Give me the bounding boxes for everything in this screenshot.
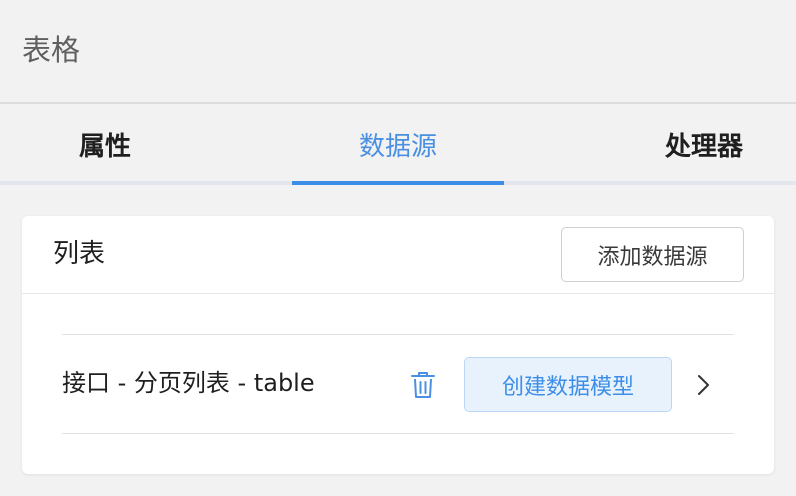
active-tab-indicator	[292, 181, 504, 185]
panel-header: 表格	[0, 0, 796, 104]
add-data-source-button[interactable]: 添加数据源	[561, 227, 744, 282]
panel-title: 表格	[22, 33, 81, 67]
card-title: 列表	[53, 239, 106, 269]
tab-processor[interactable]: 处理器	[604, 104, 796, 185]
tab-bar: 属性 数据源 处理器	[0, 104, 796, 185]
trash-icon[interactable]	[410, 370, 436, 400]
tab-properties[interactable]: 属性	[0, 104, 210, 185]
list-item: 接口 - 分页列表 - table 创建数据模型	[62, 334, 734, 434]
tab-data-source[interactable]: 数据源	[292, 104, 504, 185]
data-source-card: 列表 添加数据源 接口 - 分页列表 - table 创建数据模型	[22, 216, 774, 474]
chevron-right-icon[interactable]	[696, 372, 712, 398]
create-data-model-button[interactable]: 创建数据模型	[464, 357, 672, 412]
card-header: 列表 添加数据源	[22, 216, 774, 294]
data-source-name: 接口 - 分页列表 - table	[62, 369, 315, 397]
